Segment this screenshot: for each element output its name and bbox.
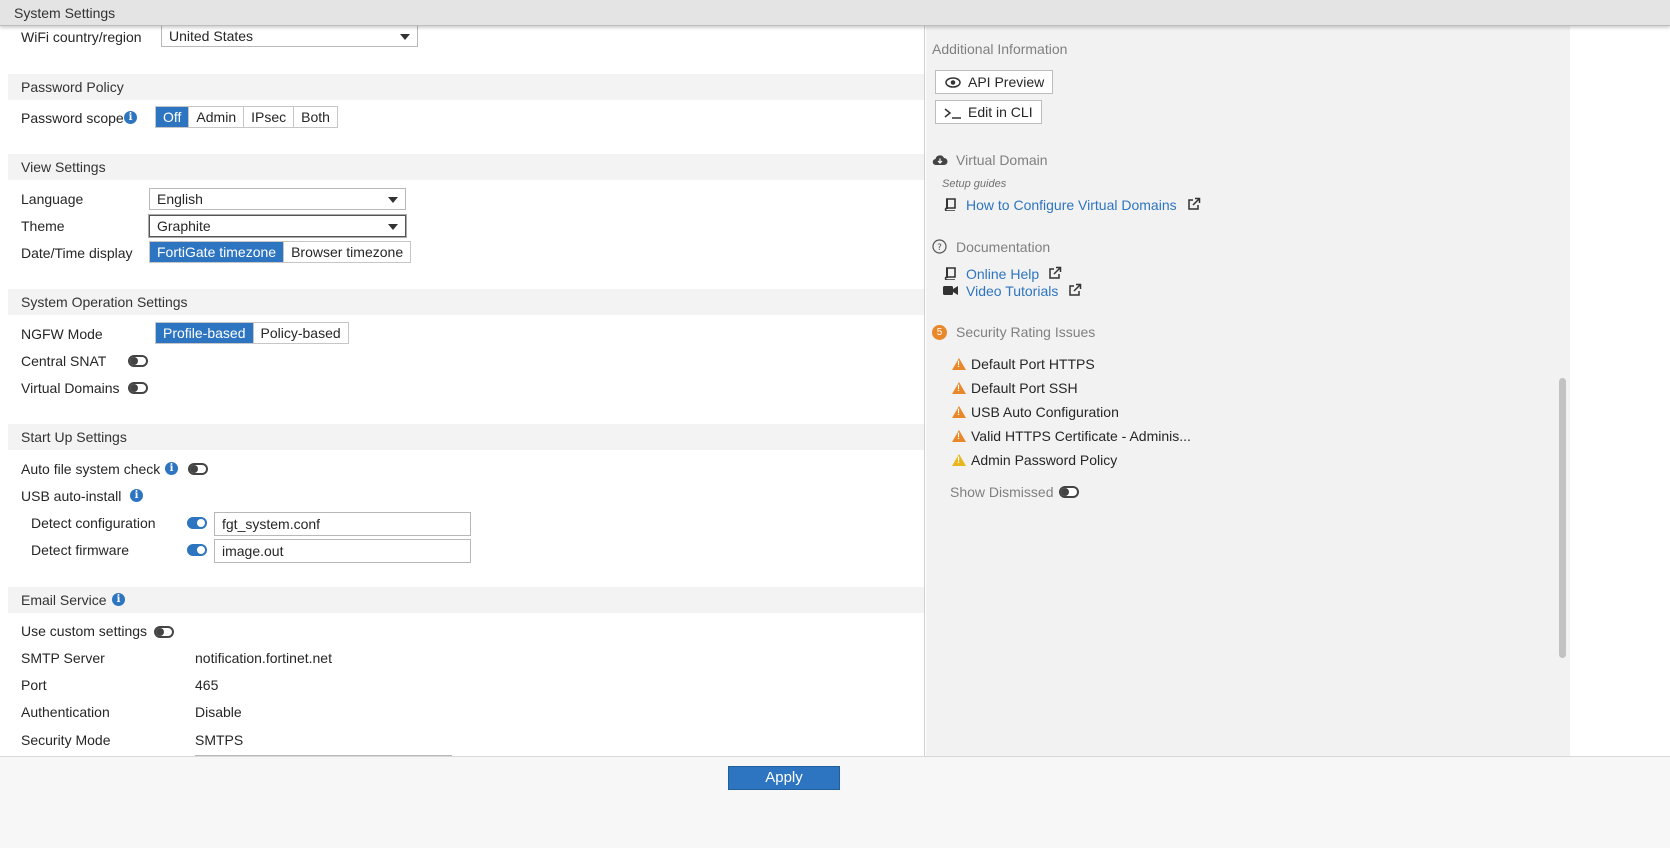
cloud-icon	[932, 155, 948, 166]
book-icon	[944, 198, 956, 211]
info-icon[interactable]: i	[130, 489, 143, 502]
password-policy-header: Password Policy	[8, 74, 924, 100]
use-custom-toggle[interactable]	[154, 626, 174, 638]
warning-icon	[952, 406, 966, 418]
list-item[interactable]: Default Port SSH	[952, 380, 1191, 404]
security-mode-value: SMTPS	[195, 732, 244, 748]
terminal-icon	[944, 108, 961, 119]
datetime-fortigate[interactable]: FortiGate timezone	[150, 242, 285, 262]
video-camera-icon	[943, 286, 958, 295]
info-icon[interactable]: i	[112, 593, 125, 606]
security-rating-header: Security Rating Issues	[956, 324, 1096, 340]
password-scope-off[interactable]: Off	[156, 107, 190, 127]
detect-config-toggle[interactable]	[187, 517, 207, 529]
port-label: Port	[21, 677, 47, 693]
password-scope-admin[interactable]: Admin	[189, 107, 245, 127]
smtp-server-value: notification.fortinet.net	[195, 650, 332, 666]
svg-text:?: ?	[937, 243, 942, 253]
ngfw-policy-based[interactable]: Policy-based	[253, 323, 348, 343]
warning-icon	[952, 430, 966, 442]
video-tutorials-link[interactable]: Video Tutorials	[966, 283, 1058, 299]
warning-icon	[952, 358, 966, 370]
title-bar: System Settings	[0, 0, 1670, 26]
ngfw-profile-based[interactable]: Profile-based	[156, 323, 254, 343]
external-link-icon	[1188, 197, 1201, 210]
detect-firmware-input[interactable]: image.out	[214, 539, 471, 563]
info-icon[interactable]: i	[124, 111, 137, 124]
password-scope-label: Password scope	[21, 110, 124, 126]
language-label: Language	[21, 191, 84, 207]
chevron-down-icon	[388, 224, 398, 230]
authentication-value: Disable	[195, 704, 242, 720]
external-link-icon	[1049, 266, 1062, 279]
scrollbar-thumb[interactable]	[1559, 378, 1566, 658]
password-scope-both[interactable]: Both	[294, 107, 337, 127]
wifi-region-label: WiFi country/region	[21, 29, 142, 45]
datetime-browser[interactable]: Browser timezone	[284, 242, 411, 262]
info-icon[interactable]: i	[165, 462, 178, 475]
central-snat-toggle[interactable]	[128, 355, 148, 367]
password-scope-segmented: Off Admin IPsec Both	[155, 106, 338, 128]
usb-auto-install-label: USB auto-install	[21, 488, 122, 504]
setup-guides-label: Setup guides	[942, 178, 1007, 190]
question-circle-icon: ?	[932, 239, 947, 254]
sidebar-scrollbar[interactable]	[1556, 26, 1570, 756]
wifi-region-select[interactable]: United States	[161, 26, 418, 47]
vdom-guide-link[interactable]: How to Configure Virtual Domains	[966, 197, 1177, 213]
system-operation-header: System Operation Settings	[8, 289, 924, 315]
apply-button[interactable]: Apply	[728, 766, 840, 790]
show-dismissed-label: Show Dismissed	[950, 484, 1054, 500]
settings-pane: WiFi country/region United States Passwo…	[8, 26, 925, 756]
virtual-domains-toggle[interactable]	[128, 382, 148, 394]
virtual-domain-header: Virtual Domain	[956, 152, 1048, 168]
startup-header: Start Up Settings	[8, 424, 924, 450]
language-select[interactable]: English	[149, 188, 406, 210]
port-value: 465	[195, 677, 219, 693]
online-help-link[interactable]: Online Help	[966, 266, 1039, 282]
book-icon	[944, 267, 956, 280]
auto-fs-toggle[interactable]	[188, 463, 208, 475]
info-sidebar: Additional Information API Preview Edit …	[926, 26, 1556, 756]
detect-firmware-label: Detect firmware	[31, 542, 130, 558]
list-item[interactable]: Admin Password Policy	[952, 452, 1191, 476]
security-issue-list: Default Port HTTPS Default Port SSH USB …	[952, 356, 1191, 476]
auto-fs-label: Auto file system check	[21, 461, 161, 477]
footer-bar: Apply	[0, 756, 1670, 848]
datetime-label: Date/Time display	[21, 245, 133, 261]
central-snat-label: Central SNAT	[21, 353, 107, 369]
virtual-domains-label: Virtual Domains	[21, 380, 120, 396]
use-custom-label: Use custom settings	[21, 623, 148, 639]
chevron-down-icon	[400, 34, 410, 40]
list-item[interactable]: USB Auto Configuration	[952, 404, 1191, 428]
edit-in-cli-button[interactable]: Edit in CLI	[935, 100, 1042, 124]
theme-label: Theme	[21, 218, 65, 234]
email-service-header: Email Service i	[8, 587, 924, 613]
window-title: System Settings	[14, 5, 116, 21]
warning-icon	[952, 454, 966, 466]
smtp-server-label: SMTP Server	[21, 650, 105, 666]
authentication-label: Authentication	[21, 704, 110, 720]
security-count-badge: 5	[932, 325, 947, 340]
documentation-header: Documentation	[956, 239, 1051, 255]
list-item[interactable]: Default Port HTTPS	[952, 356, 1191, 380]
view-settings-header: View Settings	[8, 154, 924, 180]
detect-firmware-toggle[interactable]	[187, 544, 207, 556]
detect-config-input[interactable]: fgt_system.conf	[214, 512, 471, 536]
datetime-segmented: FortiGate timezone Browser timezone	[149, 241, 412, 263]
api-preview-button[interactable]: API Preview	[935, 70, 1054, 94]
theme-select[interactable]: Graphite	[149, 215, 406, 237]
additional-info-header: Additional Information	[932, 41, 1068, 57]
password-scope-ipsec[interactable]: IPsec	[244, 107, 295, 127]
eye-icon	[945, 77, 961, 88]
show-dismissed-toggle[interactable]	[1059, 486, 1079, 498]
chevron-down-icon	[388, 197, 398, 203]
security-mode-label: Security Mode	[21, 732, 111, 748]
warning-icon	[952, 382, 966, 394]
list-item[interactable]: Valid HTTPS Certificate - Adminis...	[952, 428, 1191, 452]
ngfw-mode-segmented: Profile-based Policy-based	[155, 322, 349, 344]
detect-config-label: Detect configuration	[31, 515, 156, 531]
ngfw-mode-label: NGFW Mode	[21, 326, 103, 342]
external-link-icon	[1069, 283, 1082, 296]
